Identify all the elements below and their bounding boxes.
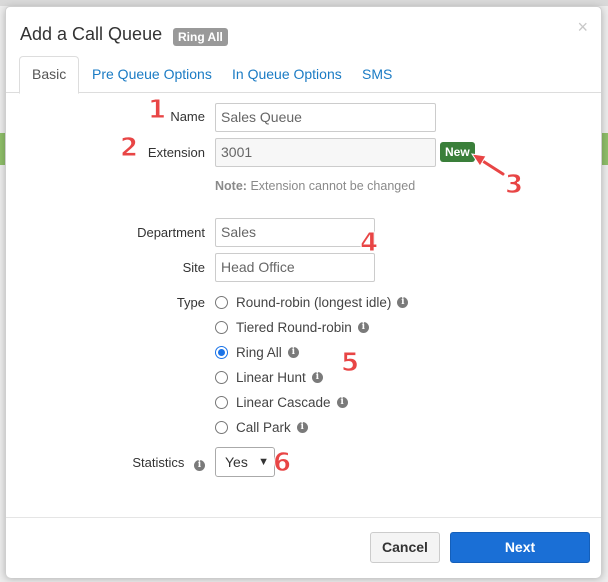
annotation-arrow-icon	[470, 153, 506, 177]
tab-bar: Basic Pre Queue Options In Queue Options…	[6, 55, 601, 94]
radio-label: Linear Hunt	[236, 369, 306, 385]
radio-label: Ring All	[236, 344, 282, 360]
radio-button[interactable]	[215, 395, 228, 409]
extension-note: Note: Extension cannot be changed	[215, 179, 415, 193]
annotation-marker-1: 1	[147, 95, 167, 126]
backdrop-banner-right	[602, 133, 608, 165]
radio-label: Call Park	[236, 419, 291, 435]
extension-input: 3001	[215, 138, 436, 167]
statistics-label: Statistics	[132, 455, 185, 470]
cancel-button[interactable]: Cancel	[370, 532, 440, 563]
note-text: Extension cannot be changed	[250, 179, 416, 193]
type-option-tiered-round-robin[interactable]: Tiered Round-robin i	[215, 317, 369, 337]
info-icon[interactable]: i	[311, 371, 323, 383]
statistics-label-row: Statistics i	[106, 455, 205, 471]
annotation-marker-6: 6	[272, 448, 292, 479]
department-input[interactable]: Sales	[215, 218, 375, 247]
type-option-ring-all[interactable]: Ring All i	[215, 342, 299, 362]
annotation-marker-2: 2	[119, 133, 139, 164]
radio-button[interactable]	[215, 295, 228, 309]
annotation-marker-4: 4	[359, 228, 379, 259]
annotation-marker-3: 3	[504, 170, 524, 201]
tab-basic[interactable]: Basic	[19, 56, 80, 94]
name-input[interactable]: Sales Queue	[215, 103, 436, 132]
tab-pre-queue-options[interactable]: Pre Queue Options	[92, 57, 212, 91]
info-icon[interactable]: i	[194, 460, 205, 471]
info-icon[interactable]: i	[336, 396, 348, 408]
type-option-round-robin[interactable]: Round-robin (longest idle) i	[215, 292, 409, 312]
info-icon[interactable]: i	[287, 346, 299, 358]
statistics-select[interactable]: Yes ▼	[215, 447, 275, 477]
dialog-title: Add a Call Queue	[20, 24, 163, 44]
annotation-marker-5: 5	[340, 348, 360, 379]
site-label: Site	[182, 260, 205, 275]
statistics-value: Yes	[225, 454, 248, 470]
tab-in-queue-options[interactable]: In Queue Options	[232, 57, 342, 91]
radio-button[interactable]	[215, 370, 228, 384]
radio-button[interactable]	[215, 420, 228, 434]
info-icon[interactable]: i	[397, 296, 409, 308]
type-option-linear-cascade[interactable]: Linear Cascade i	[215, 392, 348, 412]
site-input[interactable]: Head Office	[215, 253, 375, 282]
note-prefix: Note:	[215, 179, 247, 193]
type-option-call-park[interactable]: Call Park i	[215, 417, 308, 437]
radio-label: Tiered Round-robin	[236, 319, 352, 335]
info-icon[interactable]: i	[357, 321, 369, 333]
type-option-linear-hunt[interactable]: Linear Hunt i	[215, 367, 323, 387]
add-call-queue-dialog: Add a Call Queue Ring All × Basic Pre Qu…	[5, 6, 602, 578]
close-icon[interactable]: ×	[577, 17, 588, 38]
tab-sms[interactable]: SMS	[362, 57, 392, 91]
type-label: Type	[176, 295, 205, 310]
radio-button-selected[interactable]	[215, 345, 228, 359]
info-icon[interactable]: i	[296, 421, 308, 433]
department-label: Department	[137, 225, 205, 240]
radio-label: Round-robin (longest idle)	[236, 294, 392, 310]
radio-button[interactable]	[215, 320, 228, 334]
queue-type-badge: Ring All	[173, 28, 228, 46]
chevron-down-icon: ▼	[258, 456, 269, 468]
radio-label: Linear Cascade	[236, 394, 331, 410]
next-button[interactable]: Next	[450, 532, 590, 563]
